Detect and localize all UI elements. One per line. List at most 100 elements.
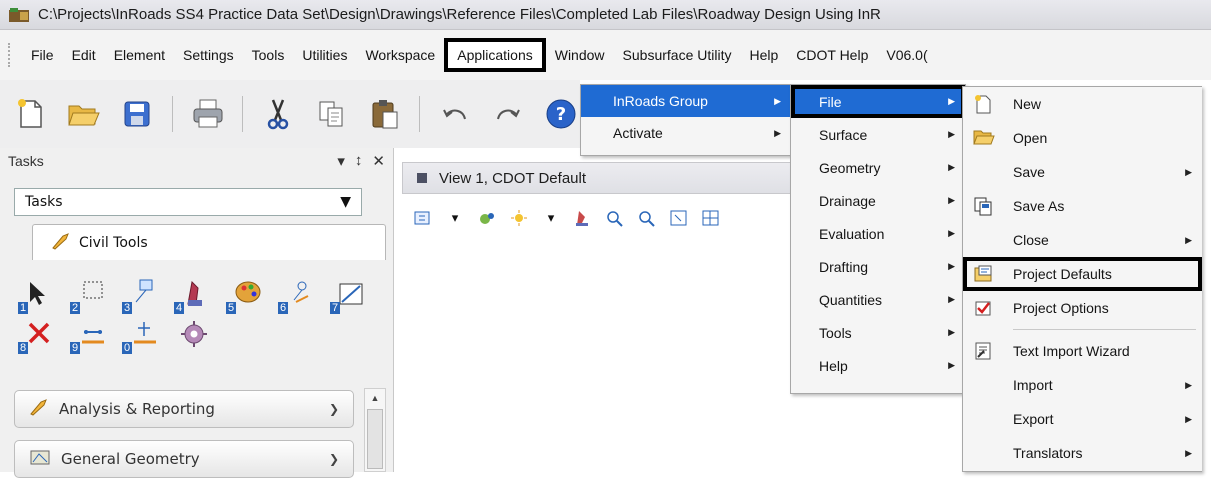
menu-item-geometry[interactable]: Geometry ▶ [791,151,965,184]
menu-item-label: Help [819,357,848,374]
cut-icon[interactable] [259,95,296,133]
menu-element[interactable]: Element [105,38,174,72]
menu-item-project-options[interactable]: Project Options [963,291,1202,325]
undo-icon[interactable] [436,95,473,133]
menu-item-export[interactable]: Export ▶ [963,402,1202,436]
view-attributes-icon[interactable] [412,207,434,229]
new-file-icon[interactable] [12,95,49,133]
menu-item-open[interactable]: Open [963,121,1202,155]
place-active-element-tool[interactable]: 4 [174,278,214,314]
chevron-down-icon[interactable]: ▾ [444,207,466,229]
scroll-up-icon[interactable]: ▲ [365,389,385,407]
civil-tools-tab[interactable]: Civil Tools [32,224,386,260]
menu-item-import[interactable]: Import ▶ [963,368,1202,402]
menu-help[interactable]: Help [740,38,787,72]
analysis-reporting-section[interactable]: Analysis & Reporting ❯ [14,390,354,428]
menu-item-text-import-wizard[interactable]: Text Import Wizard [963,334,1202,368]
fit-view-icon[interactable] [700,207,722,229]
measure-tool[interactable]: 7 [330,278,370,314]
menu-utilities[interactable]: Utilities [293,38,356,72]
scroll-thumb[interactable] [367,409,383,469]
tasks-panel: Tasks ▾ ↕ ✕ Tasks ▼ Civil Tools 1 2 3 4 … [0,148,394,478]
menu-item-project-defaults[interactable]: Project Defaults [963,257,1202,291]
menu-item-activate[interactable]: Activate ▶ [581,117,791,149]
menu-item-help[interactable]: Help ▶ [791,349,965,382]
menu-item-translators[interactable]: Translators ▶ [963,436,1202,470]
submenu-arrow-icon: ▶ [1185,447,1192,458]
lighting-icon[interactable] [508,207,530,229]
tasks-scrollbar[interactable]: ▲ [364,388,386,472]
toolbar-separator [419,96,421,132]
menu-item-save-as[interactable]: Save As [963,189,1202,223]
menu-cdot-help[interactable]: CDOT Help [787,38,877,72]
submenu-arrow-icon: ▶ [774,127,781,138]
settings-gear-tool[interactable] [174,318,214,354]
menu-version[interactable]: V06.0( [877,38,936,72]
menu-item-quantities[interactable]: Quantities ▶ [791,283,965,316]
menu-subsurface-utility[interactable]: Subsurface Utility [614,38,741,72]
help-icon[interactable]: ? [543,95,580,133]
menu-item-inroads-group[interactable]: InRoads Group ▶ [581,85,791,117]
paint-icon[interactable] [572,207,594,229]
menu-item-file[interactable]: File ▶ [791,85,965,118]
view-window-icon [417,173,427,183]
inroads-group-menu: File ▶ Surface ▶ Geometry ▶ Drainage ▶ Evalu… [790,84,966,394]
tasks-panel-header: Tasks ▾ ↕ ✕ [0,148,393,174]
redo-icon[interactable] [489,95,526,133]
menu-item-label: New [1013,96,1042,112]
pin-icon[interactable]: ↕ [355,152,363,170]
zoom-out-icon[interactable] [636,207,658,229]
menu-item-tools[interactable]: Tools ▶ [791,316,965,349]
dimension-tool[interactable]: 9 [70,318,110,354]
print-icon[interactable] [189,95,226,133]
delete-element-tool[interactable]: 8 [18,318,58,354]
select-element-tool[interactable]: 1 [18,278,58,314]
paste-icon[interactable] [366,95,403,133]
menu-item-surface[interactable]: Surface ▶ [791,118,965,151]
chevron-down-icon[interactable]: ▾ [540,207,562,229]
place-cell-tool[interactable]: 3 [122,278,162,314]
tool-grid: 1 2 3 4 5 6 7 8 9 0 [18,276,378,356]
menu-item-label: Save As [1013,198,1065,214]
project-options-icon [973,298,995,318]
snap-tool[interactable]: 6 [278,278,318,314]
menu-tools[interactable]: Tools [243,38,294,72]
view-window: View 1, CDOT Default ▾ ▾ [394,148,794,472]
display-style-icon[interactable] [476,207,498,229]
submenu-arrow-icon: ▶ [948,195,955,205]
menu-item-drafting[interactable]: Drafting ▶ [791,250,965,283]
save-icon[interactable] [119,95,156,133]
menu-item-save[interactable]: Save ▶ [963,155,1202,189]
menu-edit[interactable]: Edit [63,38,105,72]
menu-window[interactable]: Window [546,38,614,72]
menu-bar: File Edit Element Settings Tools Utiliti… [0,30,1211,80]
main-toolbar: ? [0,80,580,148]
toolbar-separator [171,96,173,132]
general-geometry-section[interactable]: General Geometry ❯ [14,440,354,478]
submenu-arrow-icon: ▶ [948,96,955,106]
civil-tools-icon [51,232,71,254]
menubar-grip[interactable] [8,43,12,67]
menu-item-label: Translators [1013,445,1083,461]
tasks-select[interactable]: Tasks ▼ [14,188,362,216]
menu-item-close[interactable]: Close ▶ [963,223,1202,257]
copy-icon[interactable] [313,95,350,133]
menu-workspace[interactable]: Workspace [356,38,444,72]
zoom-in-icon[interactable] [604,207,626,229]
microstation-app-icon [8,7,30,23]
menu-item-drainage[interactable]: Drainage ▶ [791,184,965,217]
close-icon[interactable]: ✕ [372,152,385,170]
menu-settings[interactable]: Settings [174,38,243,72]
menu-file[interactable]: File [22,38,63,72]
color-palette-tool[interactable]: 5 [226,278,266,314]
menu-item-evaluation[interactable]: Evaluation ▶ [791,217,965,250]
menu-separator [1013,329,1196,330]
menu-applications[interactable]: Applications [444,38,546,72]
open-folder-icon[interactable] [65,95,102,133]
profile-tool[interactable]: 0 [122,318,162,354]
panel-menu-dropdown-icon[interactable]: ▾ [337,152,345,170]
submenu-arrow-icon: ▶ [1185,166,1192,177]
menu-item-new[interactable]: New [963,87,1202,121]
window-area-icon[interactable] [668,207,690,229]
fence-tool[interactable]: 2 [70,278,110,314]
